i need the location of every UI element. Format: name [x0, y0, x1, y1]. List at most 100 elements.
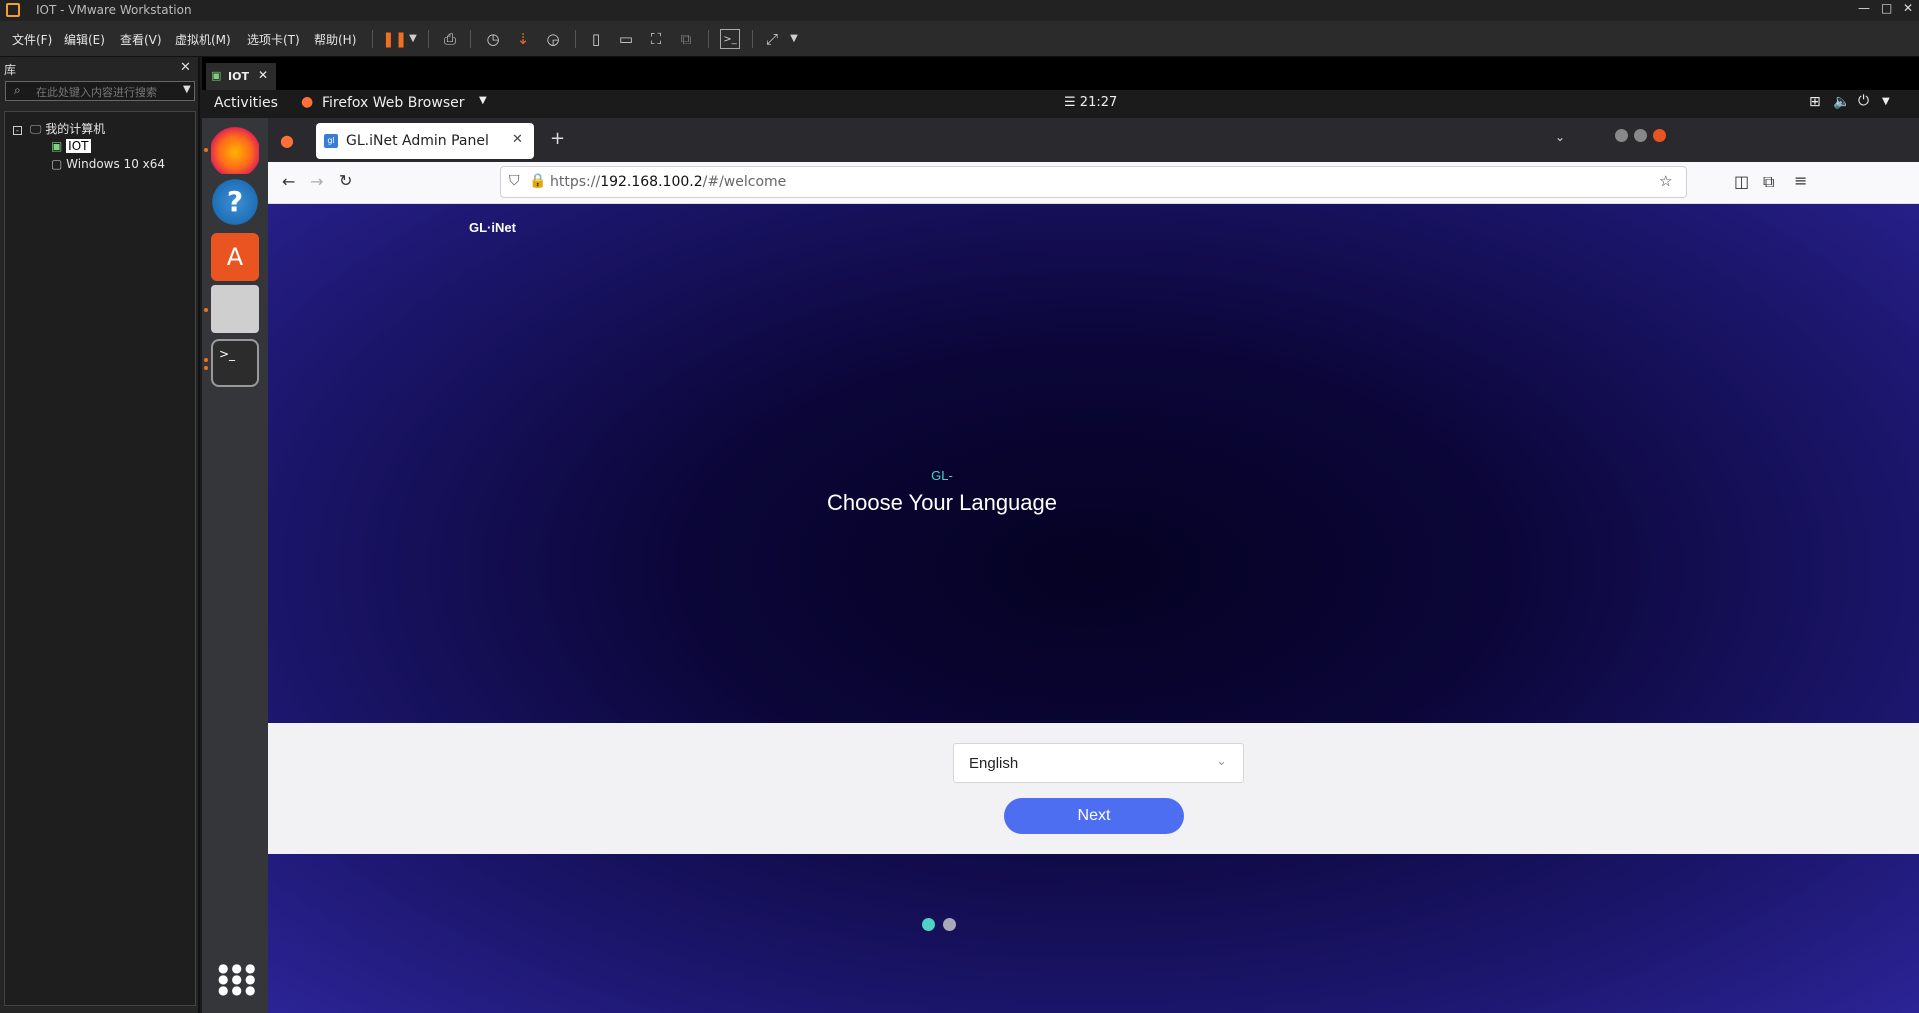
snapshot-icon[interactable]: ◷ — [483, 29, 503, 49]
window-maximize-icon[interactable] — [1634, 129, 1647, 142]
menu-view[interactable]: 查看(V) — [120, 31, 162, 48]
library-close-icon[interactable]: ✕ — [180, 60, 191, 75]
glinet-logo: GL·iNet — [469, 220, 516, 235]
clock[interactable]: ☰ 21:27 — [1064, 95, 1117, 110]
browser-tab[interactable]: gl GL.iNet Admin Panel ✕ — [316, 123, 534, 159]
tree-item-my-computer[interactable]: - 🖵 我的计算机 — [13, 120, 105, 137]
terminal-icon[interactable]: >_ — [211, 339, 259, 387]
list-tabs-icon[interactable]: ⌄ — [1555, 130, 1565, 144]
menu-vm[interactable]: 虚拟机(M) — [175, 31, 231, 48]
pause-icon[interactable]: ❚❚ — [382, 29, 407, 49]
vmware-menubar: 文件(F) 编辑(E) 查看(V) 虚拟机(M) 选项卡(T) 帮助(H) ❚❚… — [0, 21, 1919, 57]
back-icon[interactable]: ← — [282, 172, 295, 191]
sidebar-toggle-icon[interactable]: ▯ — [586, 29, 606, 49]
language-panel: English ⌄ Next — [268, 723, 1919, 854]
firefox-view-icon[interactable]: ● — [280, 131, 294, 150]
page-heading: Choose Your Language — [827, 490, 1057, 515]
firefox-icon[interactable] — [211, 126, 259, 174]
running-indicator — [204, 308, 208, 312]
fullscreen-icon[interactable]: ⛶ — [646, 29, 666, 49]
glinet-welcome-page: GL·iNet GL- Choose Your Language English… — [268, 204, 1919, 1013]
show-applications-icon[interactable]: ●●● ●●● ●●● — [218, 962, 258, 996]
vm-icon: ▢ — [51, 157, 63, 171]
minimize-icon[interactable]: — — [1858, 1, 1870, 15]
forward-icon[interactable]: → — [310, 172, 323, 191]
firefox-small-icon: ● — [301, 94, 314, 110]
computer-icon: 🖵 — [29, 122, 42, 136]
menu-tabs[interactable]: 选项卡(T) — [247, 31, 300, 48]
carousel-dot-active[interactable] — [922, 918, 935, 931]
next-button[interactable]: Next — [1004, 798, 1184, 834]
help-icon[interactable]: ? — [211, 178, 259, 226]
model-subtitle: GL- — [931, 468, 953, 483]
vm-tab-iot[interactable]: ▣ IOT ✕ — [206, 63, 276, 90]
search-dropdown-icon[interactable]: ▼ — [183, 84, 191, 95]
tree-item-iot[interactable]: ▣ IOT — [51, 139, 91, 153]
dropdown-icon[interactable]: ▼ — [403, 29, 423, 49]
library-title: 库 — [4, 63, 17, 77]
activities-button[interactable]: Activities — [214, 95, 278, 111]
bookmark-star-icon[interactable]: ☆ — [1659, 172, 1672, 190]
app-menu-dropdown-icon[interactable]: ▼ — [479, 95, 487, 106]
vm-tab-label: IOT — [228, 70, 249, 83]
extensions-icon[interactable]: ⧉ — [1763, 172, 1774, 192]
revert-snapshot-icon[interactable]: ⇣ — [513, 29, 533, 49]
vm-running-icon: ▣ — [51, 139, 63, 153]
firefox-navbar: ← → ↻ ⛉ 🔒 https://192.168.100.2/#/welcom… — [268, 162, 1919, 204]
console-view-icon[interactable]: >_ — [720, 29, 740, 49]
snapshot-manager-icon[interactable]: ◶ — [543, 29, 563, 49]
running-indicator — [204, 366, 208, 370]
library-search-input[interactable]: 在此处键入内容进行搜索 — [5, 81, 195, 101]
search-icon: ⌕ — [14, 83, 21, 97]
firefox-tabbar: ● gl GL.iNet Admin Panel ✕ + ⌄ — [268, 118, 1919, 162]
stretch-icon[interactable]: ⤢ — [762, 29, 782, 49]
url-scheme: https:// — [550, 174, 601, 190]
menu-edit[interactable]: 编辑(E) — [64, 31, 105, 48]
send-keys-icon[interactable]: ⎙ — [440, 29, 460, 49]
menu-help[interactable]: 帮助(H) — [314, 31, 356, 48]
vmware-logo-icon — [6, 3, 20, 17]
guest-screen: Activities ● Firefox Web Browser ▼ ☰ 21:… — [202, 90, 1919, 1013]
unity-icon[interactable]: ⧉ — [676, 29, 696, 49]
stretch-dropdown-icon[interactable]: ▼ — [784, 29, 804, 49]
window-title: IOT - VMware Workstation — [36, 3, 192, 17]
menu-file[interactable]: 文件(F) — [12, 31, 52, 48]
app-menu[interactable]: Firefox Web Browser — [322, 95, 465, 111]
url-path: /#/welcome — [702, 174, 787, 190]
language-select[interactable]: English ⌄ — [953, 743, 1244, 783]
software-center-icon[interactable]: A — [211, 233, 259, 281]
vm-running-icon: ▣ — [211, 69, 222, 82]
collapse-icon[interactable]: - — [13, 126, 22, 135]
language-selected-value: English — [969, 755, 1019, 772]
library-tree: - 🖵 我的计算机 ▣ IOT ▢ Windows 10 x64 — [4, 111, 196, 1006]
vm-tabbar: ▣ IOT ✕ — [202, 57, 1919, 90]
carousel-dot[interactable] — [943, 918, 956, 931]
pocket-icon[interactable]: ◫ — [1734, 172, 1749, 191]
window-close-icon[interactable] — [1653, 129, 1666, 142]
files-icon[interactable] — [211, 285, 259, 333]
tree-item-windows10[interactable]: ▢ Windows 10 x64 — [51, 157, 165, 171]
close-icon[interactable]: ✕ — [1903, 1, 1913, 15]
firefox-window: ● gl GL.iNet Admin Panel ✕ + ⌄ ← → ↻ ⛉ 🔒… — [268, 118, 1919, 1013]
hamburger-menu-icon[interactable]: ≡ — [1794, 171, 1807, 190]
volume-icon[interactable]: 🔈 — [1833, 94, 1850, 110]
new-tab-icon[interactable]: + — [550, 128, 565, 149]
lock-warning-icon[interactable]: 🔒 — [529, 173, 546, 189]
tab-close-icon[interactable]: ✕ — [512, 132, 523, 147]
library-panel: 库 ✕ 在此处键入内容进行搜索 ⌕ ▼ - 🖵 我的计算机 ▣ IOT ▢ Wi… — [0, 57, 200, 1013]
tree-item-label: Windows 10 x64 — [66, 157, 166, 171]
ubuntu-dock: ? A >_ ●●● ●●● ●●● — [202, 118, 268, 1013]
maximize-icon[interactable]: □ — [1881, 1, 1892, 15]
url-bar[interactable]: ⛉ 🔒 https://192.168.100.2/#/welcome ☆ — [500, 166, 1687, 198]
system-menu-dropdown-icon[interactable]: ▼ — [1882, 96, 1890, 107]
thumbnail-bar-icon[interactable]: ▭ — [616, 29, 636, 49]
browser-tab-title: GL.iNet Admin Panel — [346, 133, 489, 149]
network-icon[interactable]: ⊞ — [1809, 94, 1821, 110]
glinet-favicon-icon: gl — [324, 134, 338, 148]
reload-icon[interactable]: ↻ — [339, 171, 352, 190]
power-icon[interactable]: ⏻ — [1858, 93, 1869, 109]
tree-item-label: 我的计算机 — [45, 122, 106, 136]
tracking-protection-icon[interactable]: ⛉ — [509, 173, 520, 189]
window-minimize-icon[interactable] — [1615, 129, 1628, 142]
vm-tab-close-icon[interactable]: ✕ — [258, 68, 268, 82]
